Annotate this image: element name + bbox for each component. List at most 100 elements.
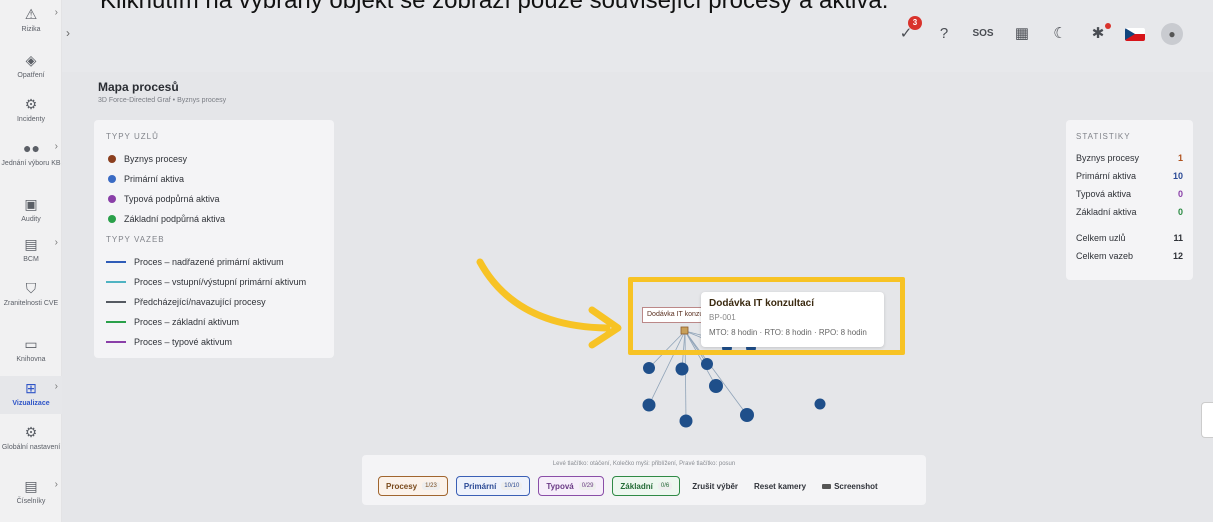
top-toolbar: ✓ 3 ? SOS ▦ ☾ ✱ ● (895, 16, 1183, 46)
sidebar-item-opatreni[interactable]: ◈ Opatření (0, 52, 62, 80)
legend-item: Základní podpůrná aktiva (106, 209, 322, 229)
graph-node-primary[interactable] (679, 414, 693, 428)
legend-line-icon (106, 281, 126, 283)
screenshot-button[interactable]: Screenshot (818, 482, 882, 491)
filter-typova-button[interactable]: Typová 0/29 (538, 476, 605, 496)
sidebar-item-label: Globální nastavení (1, 444, 61, 451)
reset-camera-button[interactable]: Reset kamery (750, 482, 810, 491)
clear-selection-button[interactable]: Zrušit výběr (688, 482, 742, 491)
notification-badge: 3 (908, 16, 922, 30)
pdf-icon[interactable]: ▦ (1011, 23, 1033, 45)
legend-item: Primární aktiva (106, 169, 322, 189)
stat-total-edges: Celkem vazeb 12 (1076, 251, 1183, 261)
highlight-frame (628, 277, 905, 355)
sos-button[interactable]: SOS (971, 23, 995, 45)
sidebar-item-zranitelnosti[interactable]: ⛉ Zranitelnosti CVE (0, 280, 62, 308)
graph-node-primary[interactable] (675, 362, 689, 376)
settings-gear-icon: ⚙ (24, 424, 38, 440)
sidebar-item-vizualizace[interactable]: ⊞ › Vizualizace (0, 376, 62, 414)
legend-dot-icon (108, 175, 116, 183)
legend-item: Proces – základní aktivum (106, 312, 322, 332)
tasks-check-icon[interactable]: ✓ 3 (895, 16, 922, 45)
graph-node-primary[interactable] (643, 362, 655, 374)
legend-dot-icon (108, 155, 116, 163)
sidebar-item-label: Audity (21, 216, 41, 223)
sidebar-item-label: Číselníky (16, 498, 46, 505)
graph-node-primary[interactable] (642, 398, 656, 412)
legend-panel: TYPY UZLŮ Byznys procesy Primární aktiva… (94, 120, 334, 358)
bug-icon: ⚙ (24, 96, 38, 112)
legend-item: Byznys procesy (106, 149, 322, 169)
side-panel-toggle[interactable] (1201, 402, 1213, 438)
list-box-icon: ▤ (24, 478, 38, 494)
shield-check-icon: ◈ (25, 52, 37, 68)
stat-row: Základní aktiva 0 (1076, 207, 1183, 217)
sidebar-item-label: Zranitelnosti CVE (3, 300, 59, 307)
stat-row: Primární aktiva 10 (1076, 171, 1183, 181)
stat-total-nodes: Celkem uzlů 11 (1076, 233, 1183, 243)
legend-line-icon (106, 301, 126, 303)
sidebar-item-label: Opatření (17, 72, 45, 79)
filter-primarni-button[interactable]: Primární 10/10 (455, 476, 531, 496)
legend-dot-icon (108, 215, 116, 223)
moon-icon[interactable]: ☾ (1049, 23, 1071, 45)
stat-row: Byznys procesy 1 (1076, 153, 1183, 163)
graph-node-primary[interactable] (709, 379, 723, 393)
user-avatar[interactable]: ● (1161, 23, 1183, 45)
czech-flag-icon[interactable] (1125, 27, 1145, 41)
sidebar-item-ciselniky[interactable]: ▤ › Číselníky (0, 478, 62, 506)
sidebar: ⚠ › Rizika ◈ Opatření ⚙ Incidenty ●● › J… (0, 0, 62, 522)
help-icon[interactable]: ? (933, 23, 955, 45)
sidebar-item-bcm[interactable]: ▤ › BCM (0, 236, 62, 264)
legend-edge-types-title: TYPY VAZEB (106, 235, 165, 244)
users-icon: ●● (23, 140, 40, 156)
legend-node-types-title: TYPY UZLŮ (106, 132, 159, 141)
chevron-right-icon: › (54, 237, 58, 248)
graph-node-primary[interactable] (701, 358, 713, 370)
shield-alert-icon: ⛉ (25, 280, 37, 296)
clipboard-icon: ▤ (24, 236, 38, 252)
sidebar-item-knihovna[interactable]: ▭ Knihovna (0, 336, 62, 364)
chevron-right-icon: › (54, 479, 58, 490)
app-root: ⚠ › Rizika ◈ Opatření ⚙ Incidenty ●● › J… (0, 0, 1213, 522)
sidebar-item-globalni-nastaveni[interactable]: ⚙ Globální nastavení (0, 424, 62, 452)
briefcase-icon: ▣ (24, 196, 38, 212)
sidebar-item-label: Vizualizace (12, 400, 50, 407)
page-header: Mapa procesů 3D Force-Directed Graf • By… (98, 80, 226, 104)
status-dot (1105, 23, 1111, 29)
graph-node-primary[interactable] (814, 398, 826, 410)
sidebar-item-audity[interactable]: ▣ Audity (0, 196, 62, 224)
statistics-title: STATISTIKY (1076, 132, 1131, 141)
legend-item: Proces – typové aktivum (106, 332, 322, 352)
settings-gear-icon[interactable]: ✱ (1087, 23, 1111, 45)
graph-canvas[interactable]: Mapa procesů 3D Force-Directed Graf • By… (62, 72, 1213, 522)
statistics-panel: STATISTIKY Byznys procesy 1 Primární akti… (1066, 120, 1193, 280)
chevron-right-icon: › (54, 141, 58, 152)
legend-line-icon (106, 341, 126, 343)
graph-node-primary[interactable] (740, 408, 754, 422)
graph-controls: Levé tlačítko: otáčení, Kolečko myši: př… (362, 455, 926, 505)
sidebar-item-label: Jednání výboru KB (1, 160, 61, 167)
sidebar-item-label: Rizika (21, 26, 41, 33)
sidebar-item-label: Incidenty (16, 116, 46, 123)
legend-item: Předcházející/navazující procesy (106, 292, 322, 312)
stat-row: Typová aktiva 0 (1076, 189, 1183, 199)
sidebar-item-label: Knihovna (16, 356, 46, 363)
sidebar-item-incidenty[interactable]: ⚙ Incidenty (0, 96, 62, 124)
page-title: Mapa procesů (98, 80, 179, 94)
page-subtitle: 3D Force-Directed Graf • Byznys procesy (98, 97, 227, 104)
camera-icon (822, 483, 832, 489)
filter-procesy-button[interactable]: Procesy 1/23 (378, 476, 448, 496)
legend-item: Proces – nadřazené primární aktivum (106, 252, 322, 272)
legend-dot-icon (108, 195, 116, 203)
filter-zakladni-button[interactable]: Základní 0/6 (612, 476, 681, 496)
instruction-caption: Kliknutím na vybraný objekt se zobrazí p… (100, 0, 889, 14)
legend-line-icon (106, 261, 126, 263)
legend-line-icon (106, 321, 126, 323)
sitemap-icon: ⊞ (25, 380, 37, 396)
chevron-right-icon: › (54, 381, 58, 392)
sidebar-item-jednani[interactable]: ●● › Jednání výboru KB (0, 140, 62, 168)
sidebar-item-label: BCM (23, 256, 39, 263)
chevron-right-icon[interactable]: › (66, 26, 70, 40)
legend-item: Proces – vstupní/výstupní primární aktiv… (106, 272, 322, 292)
